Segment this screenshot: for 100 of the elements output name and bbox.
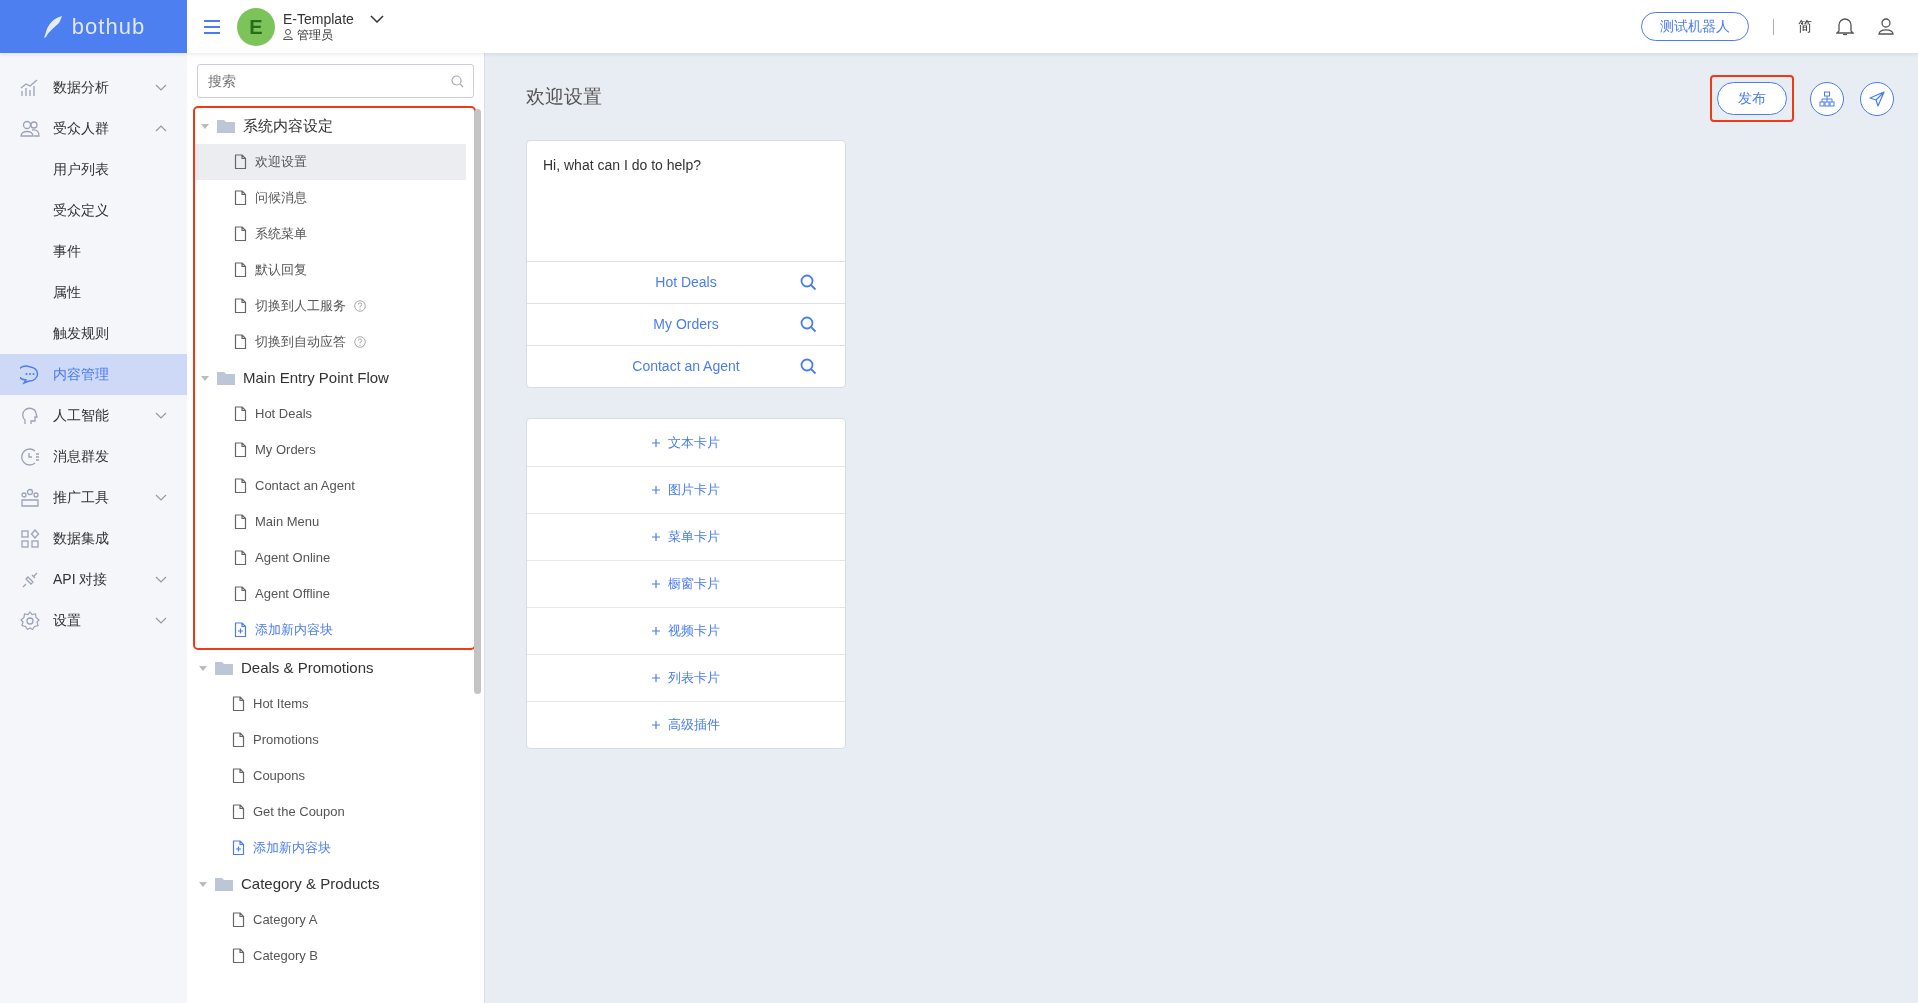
bot-name: E-Template	[283, 10, 354, 28]
tree-item[interactable]: Agent Offline	[195, 576, 466, 612]
sidebar-item[interactable]: 消息群发	[0, 436, 187, 477]
folder-icon	[215, 661, 233, 675]
head-icon	[20, 405, 40, 426]
tree-item[interactable]: 系统菜单	[195, 216, 466, 252]
sidebar-subitem[interactable]: 触发规则	[0, 313, 187, 354]
tree-item[interactable]: 切换到人工服务	[195, 288, 466, 324]
plus-icon	[652, 674, 660, 682]
tree-item[interactable]: Hot Items	[193, 686, 476, 722]
chevron-down-icon	[155, 617, 167, 624]
caret-down-icon[interactable]	[199, 880, 207, 888]
sidebar-subitem[interactable]: 用户列表	[0, 149, 187, 190]
page-icon	[234, 406, 247, 422]
tree-folder[interactable]: Main Entry Point Flow	[195, 360, 474, 396]
user-icon[interactable]	[1878, 18, 1894, 35]
search-icon	[800, 358, 817, 375]
page-title: 欢迎设置	[526, 85, 602, 109]
page-icon	[232, 948, 245, 964]
tree-folder[interactable]: Deals & Promotions	[193, 650, 484, 686]
plus-icon	[652, 627, 660, 635]
folder-icon	[215, 877, 233, 891]
sidebar-item[interactable]: 数据分析	[0, 67, 187, 108]
page-icon	[234, 262, 247, 278]
grid-icon	[20, 528, 40, 549]
tree-item[interactable]: Promotions	[193, 722, 476, 758]
scrollbar[interactable]	[474, 109, 481, 694]
tree-folder[interactable]: Category & Products	[193, 866, 484, 902]
avatar: E	[237, 7, 275, 46]
sidebar-item[interactable]: 受众人群	[0, 108, 187, 149]
page-icon	[234, 190, 247, 206]
test-bot-button[interactable]: 测试机器人	[1641, 12, 1749, 41]
page-icon	[232, 804, 245, 820]
sidebar-item[interactable]: API 对接	[0, 559, 187, 600]
plus-icon	[652, 486, 660, 494]
chevron-down-icon	[155, 494, 167, 501]
plus-icon	[652, 721, 660, 729]
tree-item[interactable]: Agent Online	[195, 540, 466, 576]
tree-item[interactable]: 问候消息	[195, 180, 466, 216]
sidebar-item[interactable]: 推广工具	[0, 477, 187, 518]
quick-reply-button[interactable]: My Orders	[527, 303, 845, 345]
bell-icon[interactable]	[1836, 17, 1854, 36]
add-card-button[interactable]: 列表卡片	[527, 654, 845, 701]
logo-text: bothub	[71, 13, 146, 41]
sidebar-subitem[interactable]: 事件	[0, 231, 187, 272]
tree-item[interactable]: Main Menu	[195, 504, 466, 540]
search-icon	[800, 316, 817, 333]
plus-icon	[652, 438, 660, 447]
tree-item[interactable]: Category A	[193, 902, 476, 938]
gear-icon	[20, 610, 40, 631]
caret-down-icon[interactable]	[201, 374, 209, 382]
add-page-icon	[232, 840, 245, 856]
tree-folder[interactable]: 系统内容设定	[195, 108, 474, 144]
language-toggle[interactable]: 简	[1798, 16, 1812, 37]
add-card-button[interactable]: 文本卡片	[527, 419, 845, 466]
caret-down-icon[interactable]	[199, 664, 207, 672]
add-card-button[interactable]: 橱窗卡片	[527, 560, 845, 607]
page-icon	[234, 478, 247, 494]
page-icon	[232, 732, 245, 748]
folder-icon	[217, 371, 235, 385]
add-block-link[interactable]: 添加新内容块	[195, 612, 466, 648]
tree-item[interactable]: 默认回复	[195, 252, 466, 288]
tree-item[interactable]: My Orders	[195, 432, 466, 468]
sidebar-item[interactable]: 设置	[0, 600, 187, 641]
page-icon	[232, 912, 245, 928]
sidebar-item[interactable]: 人工智能	[0, 395, 187, 436]
sidebar-subitem[interactable]: 属性	[0, 272, 187, 313]
publish-button[interactable]: 发布	[1717, 82, 1787, 115]
quick-reply-button[interactable]: Contact an Agent	[527, 345, 845, 387]
plus-icon	[652, 533, 660, 541]
add-block-link[interactable]: 添加新内容块	[193, 830, 476, 866]
tree-item[interactable]: 切换到自动应答	[195, 324, 466, 360]
add-card-button[interactable]: 视频卡片	[527, 607, 845, 654]
tree-item[interactable]: Contact an Agent	[195, 468, 466, 504]
page-icon	[234, 514, 247, 530]
chevron-down-icon	[155, 412, 167, 419]
tree-item[interactable]: Coupons	[193, 758, 476, 794]
caret-down-icon[interactable]	[201, 122, 209, 130]
caret-icon[interactable]	[369, 15, 384, 24]
feather-icon	[41, 14, 64, 39]
search-icon	[800, 274, 817, 291]
tree-item[interactable]: Hot Deals	[195, 396, 466, 432]
search-field[interactable]: 搜索	[197, 64, 474, 98]
page-icon	[232, 696, 245, 712]
sidebar-item[interactable]: 数据集成	[0, 518, 187, 559]
add-card-button[interactable]: 图片卡片	[527, 466, 845, 513]
sidebar-subitem[interactable]: 受众定义	[0, 190, 187, 231]
quick-reply-button[interactable]: Hot Deals	[527, 261, 845, 303]
tree-item[interactable]: 欢迎设置	[195, 144, 466, 180]
page-icon	[234, 586, 247, 602]
page-icon	[234, 334, 247, 350]
plus-icon	[652, 580, 660, 588]
clock-icon	[20, 446, 40, 467]
hierarchy-icon[interactable]	[1810, 81, 1844, 116]
add-card-button[interactable]: 菜单卡片	[527, 513, 845, 560]
tree-item[interactable]: Category B	[193, 938, 476, 974]
tree-item[interactable]: Get the Coupon	[193, 794, 476, 830]
message-text: Hi, what can I do to help?	[542, 156, 702, 175]
add-card-button[interactable]: 高级插件	[527, 701, 845, 748]
send-icon[interactable]	[1860, 81, 1894, 116]
